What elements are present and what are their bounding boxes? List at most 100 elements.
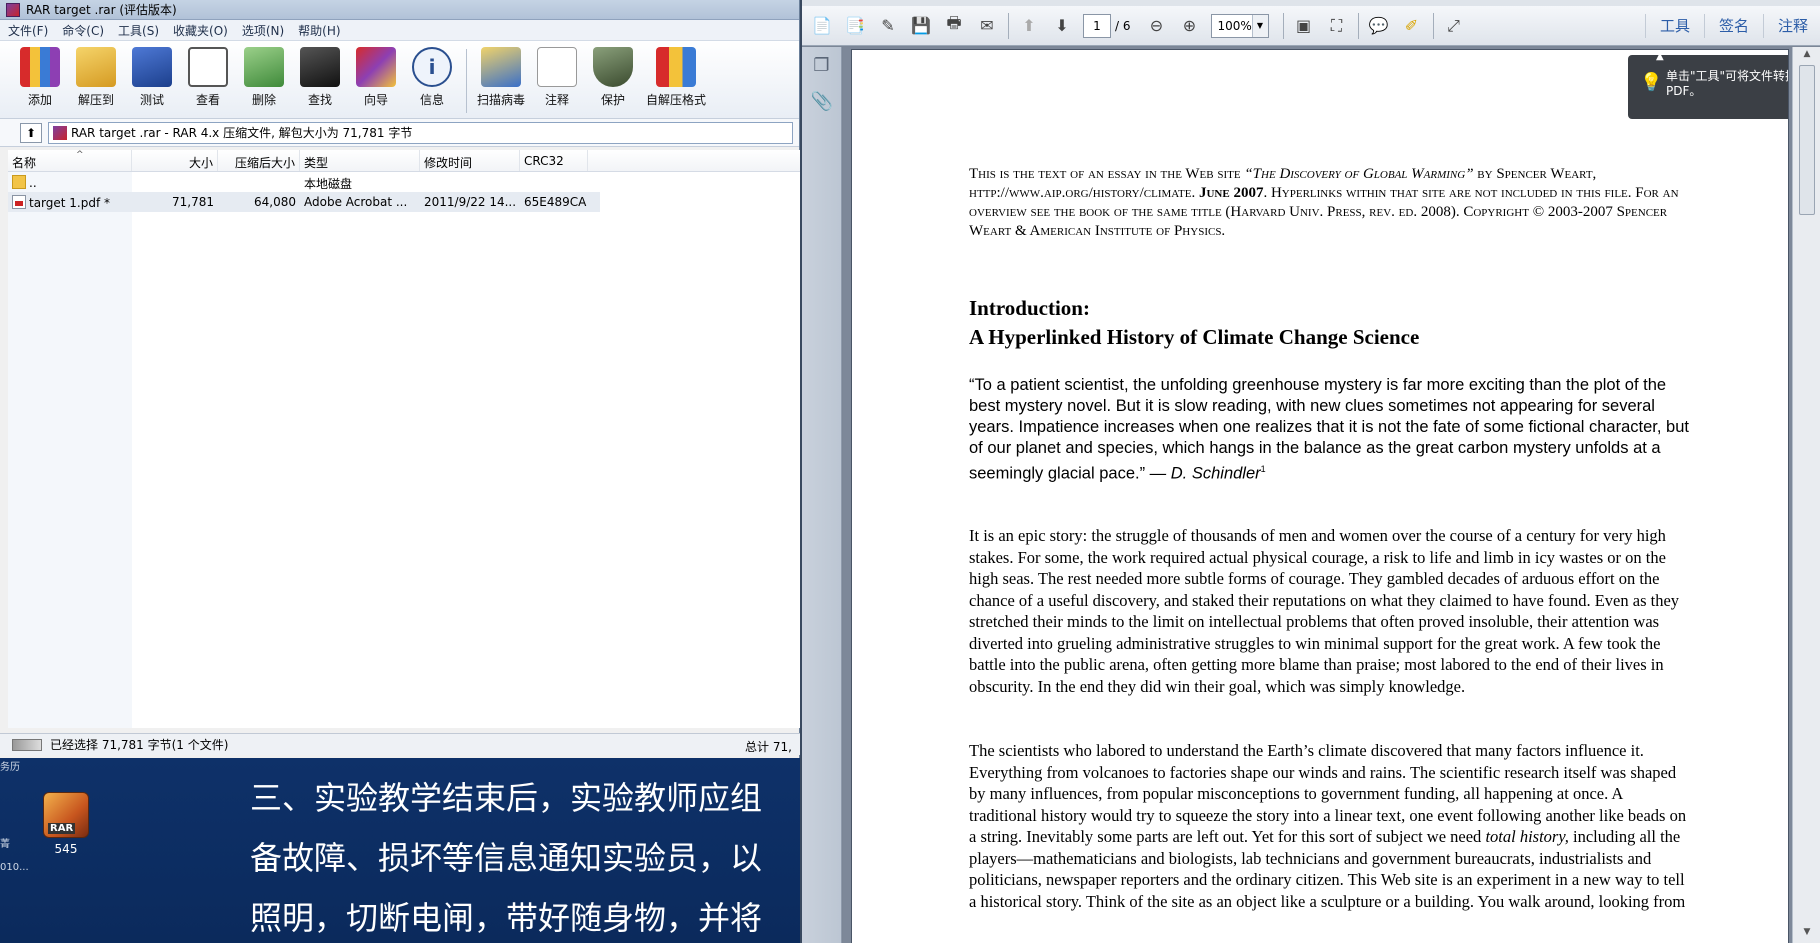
highlight-icon[interactable]: ✐: [1400, 14, 1424, 38]
fit-page-icon[interactable]: ▣: [1292, 14, 1316, 38]
tab-sign[interactable]: 签名: [1703, 14, 1763, 38]
export-pdf-icon[interactable]: 📑: [843, 14, 867, 38]
rar-file-icon: [53, 125, 67, 140]
col-header-crc[interactable]: CRC32: [520, 150, 588, 171]
menu-options[interactable]: 选项(N): [242, 22, 284, 39]
row-packed: [218, 172, 300, 192]
test-button[interactable]: 测试: [124, 45, 180, 108]
comment-button[interactable]: 注释: [529, 45, 585, 108]
protect-button[interactable]: 保护: [585, 45, 641, 108]
emphasis-total-history: total history,: [1485, 827, 1569, 846]
desktop-text-line-1: 三、实验教学结束后，实验教师应组: [250, 779, 763, 817]
title-line-1: Introduction:: [969, 296, 1090, 320]
col-header-type[interactable]: 类型: [300, 150, 420, 171]
toolbar-separator: [1282, 12, 1284, 39]
vertical-scrollbar[interactable]: ▲ ▼: [1792, 47, 1820, 943]
recycle-delete-icon: [244, 47, 284, 87]
list-row-target-pdf[interactable]: target 1.pdf * 71,781 64,080 Adobe Acrob…: [8, 192, 600, 212]
zoom-in-icon[interactable]: ⊕: [1178, 14, 1202, 38]
winrar-menubar: 文件(F) 命令(C) 工具(S) 收藏夹(O) 选项(N) 帮助(H): [0, 20, 799, 41]
fullscreen-icon[interactable]: ⤢: [1442, 14, 1466, 38]
caret-up-icon: ▲: [1656, 51, 1664, 62]
scrollbar-thumb[interactable]: [1799, 65, 1815, 215]
paragraph-1: It is an epic story: the struggle of tho…: [969, 526, 1680, 696]
books-add-icon: [20, 47, 60, 87]
sort-ascending-icon: ^: [76, 150, 84, 160]
pdf-page: This is the text of an essay in the Web …: [851, 49, 1789, 943]
scroll-up-icon[interactable]: ▲: [1799, 49, 1815, 63]
paragraph-2: The scientists who labored to understand…: [969, 741, 1687, 911]
winrar-toolbar: 添加 解压到 测试 查看 删除 查找 向导 i 信息 扫描病毒 注释 保护 自解…: [0, 41, 799, 119]
pages-thumbnail-icon[interactable]: ❐: [811, 55, 833, 77]
desktop-rar-shortcut[interactable]: RAR 545: [38, 792, 94, 856]
menu-file[interactable]: 文件(F): [8, 22, 48, 39]
winrar-address-bar: ⬆ RAR target .rar - RAR 4.x 压缩文件, 解包大小为 …: [0, 119, 799, 147]
toolbar-separator: [1008, 12, 1009, 39]
virus-scan-icon: [481, 47, 521, 87]
virus-scan-button[interactable]: 扫描病毒: [473, 45, 529, 108]
extract-to-button[interactable]: 解压到: [68, 45, 124, 108]
acrobat-task-menu: 工具 签名 注释: [1644, 6, 1820, 46]
menu-help[interactable]: 帮助(H): [298, 22, 340, 39]
quote-author: — D. Schindler: [1149, 464, 1261, 483]
email-icon[interactable]: ✉: [975, 14, 999, 38]
col-header-modified[interactable]: 修改时间: [420, 150, 520, 171]
file-list: 名称 大小 压缩后大小 类型 修改时间 CRC32 ^ .. 本地磁盘 targ…: [8, 150, 800, 728]
delete-button[interactable]: 删除: [236, 45, 292, 108]
scroll-down-icon[interactable]: ▼: [1799, 927, 1815, 941]
menu-command[interactable]: 命令(C): [62, 22, 104, 39]
archive-path-field[interactable]: RAR target .rar - RAR 4.x 压缩文件, 解包大小为 71…: [48, 121, 793, 144]
print-icon[interactable]: 🖶: [942, 13, 966, 38]
next-page-icon[interactable]: ⬇: [1050, 14, 1074, 38]
document-header-note: This is the text of an essay in the Web …: [969, 166, 1679, 239]
attachment-paperclip-icon[interactable]: 📎: [811, 91, 833, 113]
winrar-titlebar[interactable]: RAR target .rar (评估版本): [0, 0, 799, 20]
folder-icon: [12, 175, 26, 189]
wizard-button[interactable]: 向导: [348, 45, 404, 108]
prev-page-icon[interactable]: ⬆: [1017, 14, 1041, 38]
col-header-packed[interactable]: 压缩后大小: [218, 150, 300, 171]
info-button[interactable]: i 信息: [404, 45, 460, 108]
binoculars-icon: [300, 47, 340, 87]
find-button[interactable]: 查找: [292, 45, 348, 108]
col-header-name[interactable]: 名称: [8, 150, 132, 171]
tab-comment[interactable]: 注释: [1762, 14, 1820, 38]
list-row-parent[interactable]: .. 本地磁盘: [8, 172, 800, 192]
acrobat-toolbar: 📄 📑 ✎ 💾 🖶 ✉ ⬆ ⬇ 1 / 6 ⊖ ⊕ 100% ▼ ▣ ⛶ 💬 ✐…: [802, 6, 1820, 46]
folder-extract-icon: [76, 47, 116, 87]
sfx-button[interactable]: 自解压格式: [641, 45, 711, 108]
comment-bubble-icon[interactable]: 💬: [1367, 14, 1391, 38]
arrow-up-icon: ⬆: [25, 125, 37, 140]
tab-tools[interactable]: 工具: [1644, 14, 1704, 38]
status-total: 总计 71,: [745, 740, 792, 754]
zoom-select[interactable]: 100% ▼: [1210, 13, 1269, 38]
convert-tip-tooltip[interactable]: ▲ 💡 单击"工具"可将文件转换为PDF。: [1628, 51, 1788, 119]
desktop-text-line-3: 照明，切断电闸，带好随身物，并将: [250, 899, 763, 937]
archive-path-text: RAR target .rar - RAR 4.x 压缩文件, 解包大小为 71…: [71, 126, 413, 140]
zoom-value: 100%: [1217, 18, 1252, 33]
row-type: 本地磁盘: [304, 177, 353, 191]
col-header-size[interactable]: 大小: [132, 150, 218, 171]
page-number-input[interactable]: 1: [1083, 13, 1111, 38]
view-button[interactable]: 查看: [180, 45, 236, 108]
info-icon: i: [412, 47, 452, 87]
row-name: target 1.pdf *: [29, 196, 111, 210]
winrar-title: RAR target .rar (评估版本): [26, 3, 177, 17]
row-name: ..: [29, 176, 37, 190]
menu-favorites[interactable]: 收藏夹(O): [173, 22, 228, 39]
add-button[interactable]: 添加: [12, 45, 68, 108]
menu-tools[interactable]: 工具(S): [118, 22, 159, 39]
chevron-down-icon[interactable]: ▼: [1251, 14, 1268, 37]
desktop-snippet-1: 务历: [0, 762, 20, 773]
edit-pdf-icon[interactable]: ✎: [876, 14, 900, 38]
create-pdf-icon[interactable]: 📄: [810, 14, 834, 38]
footnote-ref[interactable]: 1: [1261, 464, 1266, 474]
save-icon[interactable]: 💾: [909, 14, 933, 38]
up-folder-button[interactable]: ⬆: [20, 122, 42, 143]
zoom-out-icon[interactable]: ⊖: [1145, 14, 1169, 38]
acrobat-navigation-pane: ❐ 📎: [802, 47, 842, 943]
document-area: This is the text of an essay in the Web …: [843, 47, 1820, 943]
fit-width-icon[interactable]: ⛶: [1325, 14, 1349, 38]
winrar-statusbar: 已经选择 71,781 字节(1 个文件) 总计 71,: [0, 733, 800, 755]
toolbar-separator: [466, 49, 467, 113]
